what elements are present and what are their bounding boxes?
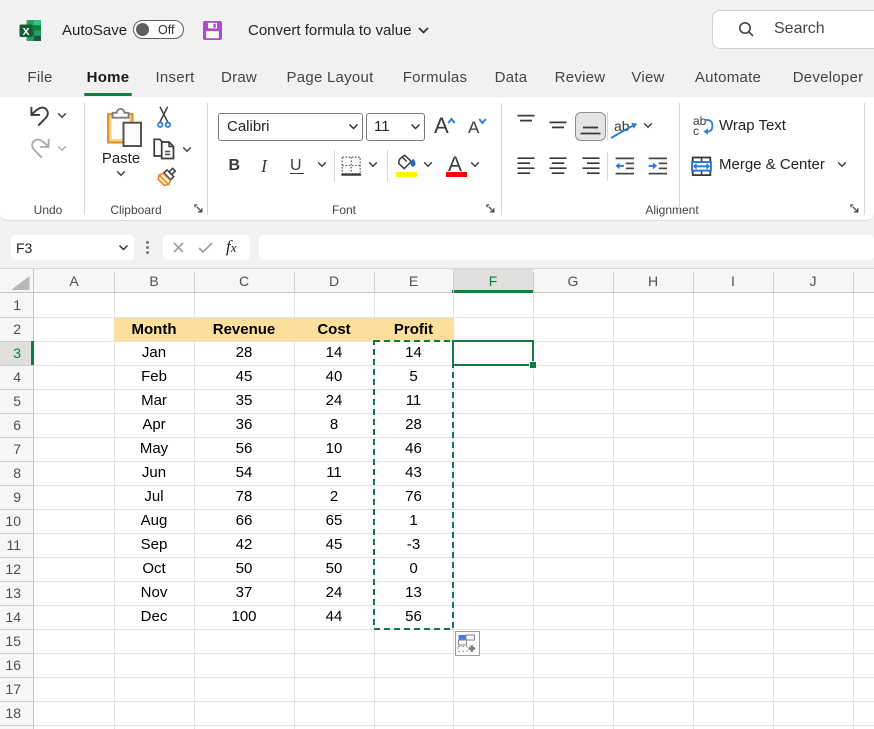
svg-text:X: X [22,26,29,38]
